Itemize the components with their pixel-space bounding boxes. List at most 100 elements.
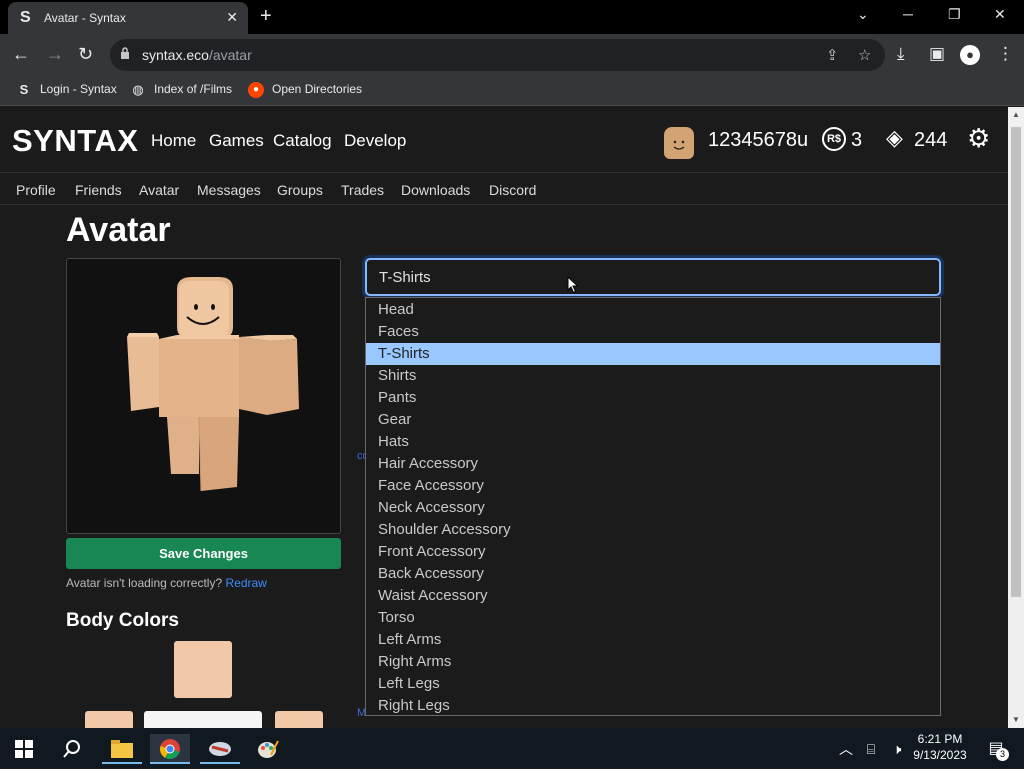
- bookmarks-bar: S Login - Syntax ◍ Index of /Films ● Open D…: [0, 76, 1024, 106]
- bookmark-open-directories[interactable]: ● Open Directories: [248, 82, 362, 98]
- bookmark-index-of-films[interactable]: ◍ Index of /Films: [130, 82, 232, 98]
- scroll-down-icon[interactable]: ▼: [1012, 715, 1020, 724]
- redraw-prompt: Avatar isn't loading correctly?: [66, 576, 223, 590]
- nav-develop[interactable]: Develop: [344, 131, 406, 151]
- tab-search-icon[interactable]: ⌄: [857, 6, 869, 23]
- windows-taskbar: ︿ ⌸ 🕨 6:21 PM 9/13/2023 ▤ 3: [0, 728, 1024, 768]
- restore-icon[interactable]: ❐: [948, 6, 961, 23]
- address-bar[interactable]: syntax.eco/avatar ⇪ ☆: [110, 39, 885, 71]
- tix-icon: ◈: [886, 125, 903, 150]
- gear-icon[interactable]: ⚙: [967, 123, 990, 154]
- minimize-icon[interactable]: ─: [903, 6, 913, 22]
- torso-color-swatch[interactable]: [144, 711, 262, 728]
- site-logo[interactable]: SYNTAX: [12, 123, 138, 159]
- right-arm-color-swatch[interactable]: [275, 711, 323, 728]
- category-option[interactable]: Right Legs: [366, 695, 940, 717]
- nav-home[interactable]: Home: [151, 131, 196, 151]
- windows-start-icon[interactable]: [4, 734, 44, 764]
- share-icon[interactable]: ⇪: [826, 46, 839, 64]
- left-arm-color-swatch[interactable]: [85, 711, 133, 728]
- system-clock[interactable]: 6:21 PM 9/13/2023: [912, 731, 968, 763]
- redraw-hint: Avatar isn't loading correctly? Redraw: [66, 576, 267, 590]
- menu-kebab-icon[interactable]: ⋮: [997, 44, 1014, 64]
- subnav-profile[interactable]: Profile: [16, 182, 56, 198]
- page-scrollbar[interactable]: ▲ ▼: [1008, 107, 1024, 728]
- category-option[interactable]: Head: [366, 299, 940, 321]
- category-option[interactable]: Face Accessory: [366, 475, 940, 497]
- category-option[interactable]: Waist Accessory: [366, 585, 940, 607]
- subnav-trades[interactable]: Trades: [341, 182, 384, 198]
- head-color-swatch[interactable]: [174, 641, 232, 698]
- category-option[interactable]: Left Legs: [366, 673, 940, 695]
- save-changes-button[interactable]: Save Changes: [66, 538, 341, 569]
- notification-count: 3: [996, 748, 1009, 761]
- notifications-icon[interactable]: ▤ 3: [976, 734, 1016, 764]
- subnav-avatar[interactable]: Avatar: [139, 182, 179, 198]
- category-select[interactable]: T-Shirts: [365, 258, 941, 296]
- subnav-downloads[interactable]: Downloads: [401, 182, 470, 198]
- bookmark-star-icon[interactable]: ☆: [858, 46, 871, 64]
- robux-count: 3: [851, 129, 863, 151]
- category-option[interactable]: Right Arms: [366, 651, 940, 673]
- lock-icon: [121, 47, 129, 59]
- app-icon-1[interactable]: [200, 734, 240, 764]
- side-panel-icon[interactable]: ▣: [929, 44, 945, 64]
- bookmark-login-syntax[interactable]: S Login - Syntax: [16, 82, 117, 98]
- nav-catalog[interactable]: Catalog: [273, 131, 332, 151]
- page-content: SYNTAX Home Games Catalog Develop 123456…: [0, 107, 1008, 728]
- browser-tab-bar: S Avatar - Syntax ✕ + ⌄ ─ ❐ ✕: [0, 0, 1024, 34]
- category-option[interactable]: Hats: [366, 431, 940, 453]
- subnav-groups[interactable]: Groups: [277, 182, 323, 198]
- syntax-icon: S: [19, 82, 29, 97]
- sub-navigation: Profile Friends Avatar Messages Groups T…: [0, 174, 1008, 205]
- category-option[interactable]: Gear: [366, 409, 940, 431]
- category-dropdown-list: Head Faces T-Shirts Shirts Pants Gear Hats Hair…: [365, 297, 941, 716]
- globe-icon: ◍: [132, 82, 144, 97]
- category-option[interactable]: Pants: [366, 387, 940, 409]
- category-option[interactable]: Torso: [366, 607, 940, 629]
- robux-icon: R$: [822, 127, 846, 151]
- category-option[interactable]: T-Shirts: [366, 343, 940, 365]
- body-colors-title: Body Colors: [66, 610, 179, 631]
- subnav-messages[interactable]: Messages: [197, 182, 261, 198]
- category-option[interactable]: Shoulder Accessory: [366, 519, 940, 541]
- clock-date: 9/13/2023: [913, 748, 967, 762]
- category-option[interactable]: Neck Accessory: [366, 497, 940, 519]
- username[interactable]: 12345678u: [708, 129, 808, 152]
- paint-icon[interactable]: [248, 734, 288, 764]
- category-option[interactable]: Faces: [366, 321, 940, 343]
- search-icon[interactable]: [52, 734, 92, 764]
- scrollbar-thumb[interactable]: [1011, 127, 1021, 597]
- browser-tab[interactable]: S Avatar - Syntax ✕: [8, 2, 248, 34]
- avatar-preview: [66, 258, 341, 534]
- category-option[interactable]: Hair Accessory: [366, 453, 940, 475]
- category-select-value: T-Shirts: [379, 269, 431, 286]
- url-path: /avatar: [208, 47, 252, 63]
- category-option[interactable]: Left Arms: [366, 629, 940, 651]
- chrome-icon[interactable]: [150, 734, 190, 764]
- reddit-icon: ●: [248, 82, 264, 98]
- subnav-friends[interactable]: Friends: [75, 182, 122, 198]
- new-tab-icon[interactable]: +: [260, 5, 272, 28]
- back-icon[interactable]: ←: [12, 44, 30, 65]
- redraw-link[interactable]: Redraw: [226, 576, 267, 590]
- clock-time: 6:21 PM: [917, 732, 963, 746]
- profile-icon[interactable]: ●: [960, 45, 980, 65]
- forward-icon[interactable]: →: [46, 44, 64, 65]
- subnav-discord[interactable]: Discord: [489, 182, 536, 198]
- download-icon[interactable]: ⤓: [897, 44, 905, 64]
- page-title: Avatar: [66, 211, 171, 249]
- bookmark-label: Index of /Films: [154, 82, 233, 97]
- close-window-icon[interactable]: ✕: [994, 6, 1006, 23]
- nav-games[interactable]: Games: [209, 131, 264, 151]
- category-option[interactable]: Front Accessory: [366, 541, 940, 563]
- category-option[interactable]: Back Accessory: [366, 563, 940, 585]
- user-avatar[interactable]: [664, 127, 694, 159]
- tab-title: Avatar - Syntax: [44, 11, 126, 25]
- volume-muted-icon[interactable]: 🕨: [882, 734, 912, 764]
- category-option[interactable]: Shirts: [366, 365, 940, 387]
- scroll-up-icon[interactable]: ▲: [1012, 110, 1020, 119]
- reload-icon[interactable]: ↻: [78, 44, 93, 65]
- close-tab-icon[interactable]: ✕: [226, 9, 238, 26]
- file-explorer-icon[interactable]: [102, 734, 142, 764]
